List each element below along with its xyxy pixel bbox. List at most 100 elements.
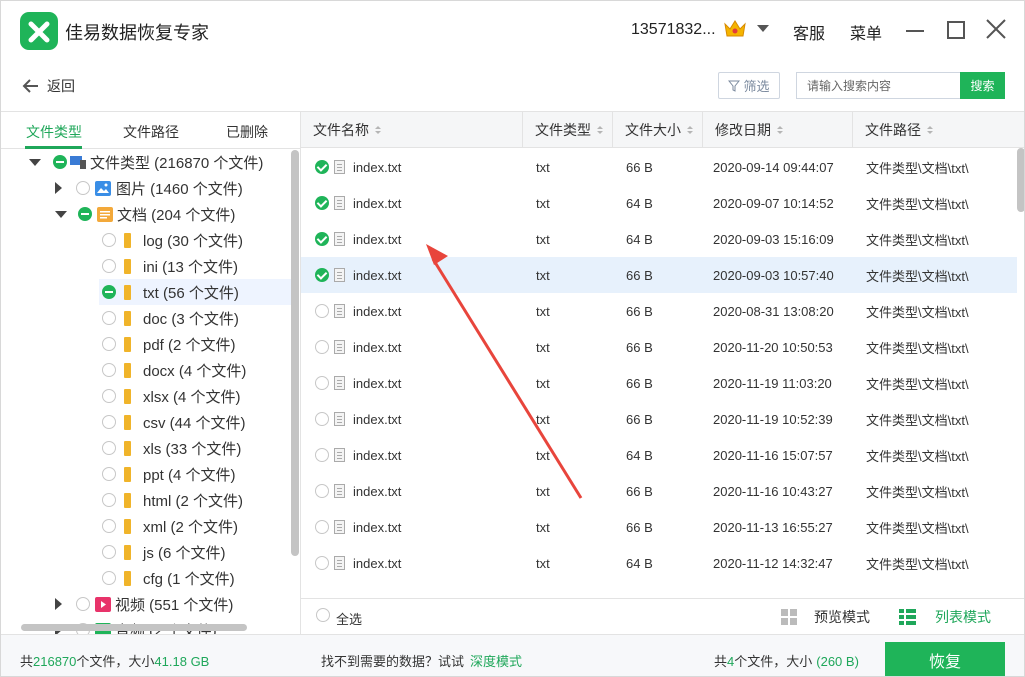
search-button[interactable]: 搜索 [960,72,1005,99]
row-checkbox[interactable] [315,340,329,354]
select-radio[interactable] [102,493,116,507]
table-row[interactable]: index.txt txt 64 B 2020-11-16 15:07:57 文件类型\… [301,437,1017,473]
row-checkbox[interactable] [315,520,329,534]
tree-item-ini[interactable]: ini (13 个文件) [102,253,238,279]
row-checkbox[interactable] [315,556,329,570]
tab-deleted[interactable]: 已删除 [226,122,268,142]
tree-item-cfg[interactable]: cfg (1 个文件) [102,565,235,591]
select-radio[interactable] [102,467,116,481]
tree-item-ppt[interactable]: ppt (4 个文件) [102,461,236,487]
sort-icon[interactable] [375,126,381,134]
filter-button[interactable]: 筛选 [718,72,780,99]
select-radio[interactable] [102,571,116,585]
table-row[interactable]: index.txt txt 66 B 2020-09-03 10:57:40 文件类型\… [301,257,1017,293]
tree-item-document[interactable]: 文档 (204 个文件) [55,201,235,227]
tree-item-image[interactable]: 图片 (1460 个文件) [55,175,243,201]
row-checkbox[interactable] [315,412,329,426]
app-title: 佳易数据恢复专家 [65,23,209,43]
row-checkbox[interactable] [315,304,329,318]
row-checkbox[interactable] [315,376,329,390]
select-radio[interactable] [76,597,90,611]
account-dropdown-icon[interactable] [757,25,769,32]
recover-button[interactable]: 恢复 [885,642,1005,676]
expand-icon[interactable] [55,598,62,610]
deep-mode-link[interactable]: 深度模式 [470,654,522,669]
table-row[interactable]: index.txt txt 66 B 2020-11-19 10:52:39 文件类型\… [301,401,1017,437]
partial-select-icon[interactable] [78,207,92,221]
account-number[interactable]: 13571832... [631,21,716,39]
maximize-icon[interactable] [947,21,965,39]
menu-link[interactable]: 菜单 [850,20,882,44]
preview-mode-button[interactable]: 预览模式 [781,607,870,627]
tree-item-js[interactable]: js (6 个文件) [102,539,226,565]
tab-file-type[interactable]: 文件类型 [26,122,82,142]
expand-icon[interactable] [55,210,67,218]
tree-item-xls[interactable]: xls (33 个文件) [102,435,241,461]
select-radio[interactable] [102,415,116,429]
close-icon[interactable] [985,18,1007,40]
select-all-checkbox[interactable] [316,608,330,622]
back-button[interactable]: 返回 [21,73,75,99]
table-row[interactable]: index.txt txt 66 B 2020-11-13 16:55:27 文件类型\… [301,509,1017,545]
tree-item-xlsx[interactable]: xlsx (4 个文件) [102,383,241,409]
sort-icon[interactable] [687,126,693,134]
select-radio[interactable] [102,337,116,351]
select-radio[interactable] [76,181,90,195]
table-row[interactable]: index.txt txt 66 B 2020-11-19 11:03:20 文件类型\… [301,365,1017,401]
minimize-icon[interactable] [906,30,924,32]
select-radio[interactable] [102,311,116,325]
table-row[interactable]: index.txt txt 66 B 2020-08-31 13:08:20 文件类型\… [301,293,1017,329]
tree-item-doc[interactable]: doc (3 个文件) [102,305,239,331]
tree-item-label: ini (13 个文件) [143,258,239,276]
column-header-date[interactable]: 修改日期 [703,112,853,148]
table-row[interactable]: index.txt txt 66 B 2020-09-14 09:44:07 文件类型\… [301,149,1017,185]
search-input[interactable] [796,72,961,99]
table-row[interactable]: index.txt txt 66 B 2020-11-16 10:43:27 文件类型\… [301,473,1017,509]
tree-item-xml[interactable]: xml (2 个文件) [102,513,238,539]
select-radio[interactable] [102,259,116,273]
select-radio[interactable] [102,545,116,559]
expand-icon[interactable] [55,182,62,194]
table-row[interactable]: index.txt txt 66 B 2020-11-20 10:50:53 文件类型\… [301,329,1017,365]
row-checkbox[interactable] [315,232,329,246]
column-header-path[interactable]: 文件路径 [853,112,1024,148]
partial-select-icon[interactable] [102,285,116,299]
sort-icon[interactable] [927,126,933,134]
row-checkbox[interactable] [315,160,329,174]
partial-select-icon[interactable] [53,155,67,169]
select-radio[interactable] [102,233,116,247]
row-checkbox[interactable] [315,268,329,282]
column-header-type[interactable]: 文件类型 [523,112,613,148]
select-radio[interactable] [102,389,116,403]
tree-item-docx[interactable]: docx (4 个文件) [102,357,246,383]
column-header-size[interactable]: 文件大小 [613,112,703,148]
row-checkbox[interactable] [315,484,329,498]
tree-item-csv[interactable]: csv (44 个文件) [102,409,246,435]
sort-icon[interactable] [777,126,783,134]
tree-horizontal-scrollbar[interactable] [21,624,247,631]
tree-item-html[interactable]: html (2 个文件) [102,487,243,513]
row-checkbox[interactable] [315,448,329,462]
row-checkbox[interactable] [315,196,329,210]
table-row[interactable]: index.txt txt 64 B 2020-09-07 10:14:52 文件类型\… [301,185,1017,221]
tree-root[interactable]: 文件类型 (216870 个文件) [29,149,263,175]
select-radio[interactable] [102,363,116,377]
select-radio[interactable] [102,441,116,455]
select-radio[interactable] [102,519,116,533]
expand-icon[interactable] [29,158,41,166]
tree-item-txt[interactable]: txt (56 个文件) [99,279,291,305]
list-mode-button[interactable]: 列表模式 [899,607,991,627]
service-link[interactable]: 客服 [793,20,825,44]
table-vertical-scrollbar[interactable] [1017,148,1024,212]
table-row[interactable]: index.txt txt 64 B 2020-09-03 15:16:09 文件类型\… [301,221,1017,257]
tree-item-pdf[interactable]: pdf (2 个文件) [102,331,236,357]
column-header-name[interactable]: 文件名称 [301,112,523,148]
sort-icon[interactable] [597,126,603,134]
tree-item-log[interactable]: log (30 个文件) [102,227,243,253]
tree-vertical-scrollbar[interactable] [291,150,299,556]
table-row[interactable]: index.txt txt 64 B 2020-11-12 14:32:47 文件类型\… [301,545,1017,581]
tab-file-path[interactable]: 文件路径 [123,122,179,142]
tree-item-label: 文档 (204 个文件) [117,206,236,224]
tree-item-video[interactable]: 视频 (551 个文件) [55,591,233,617]
select-all-label[interactable]: 全选 [336,609,362,628]
